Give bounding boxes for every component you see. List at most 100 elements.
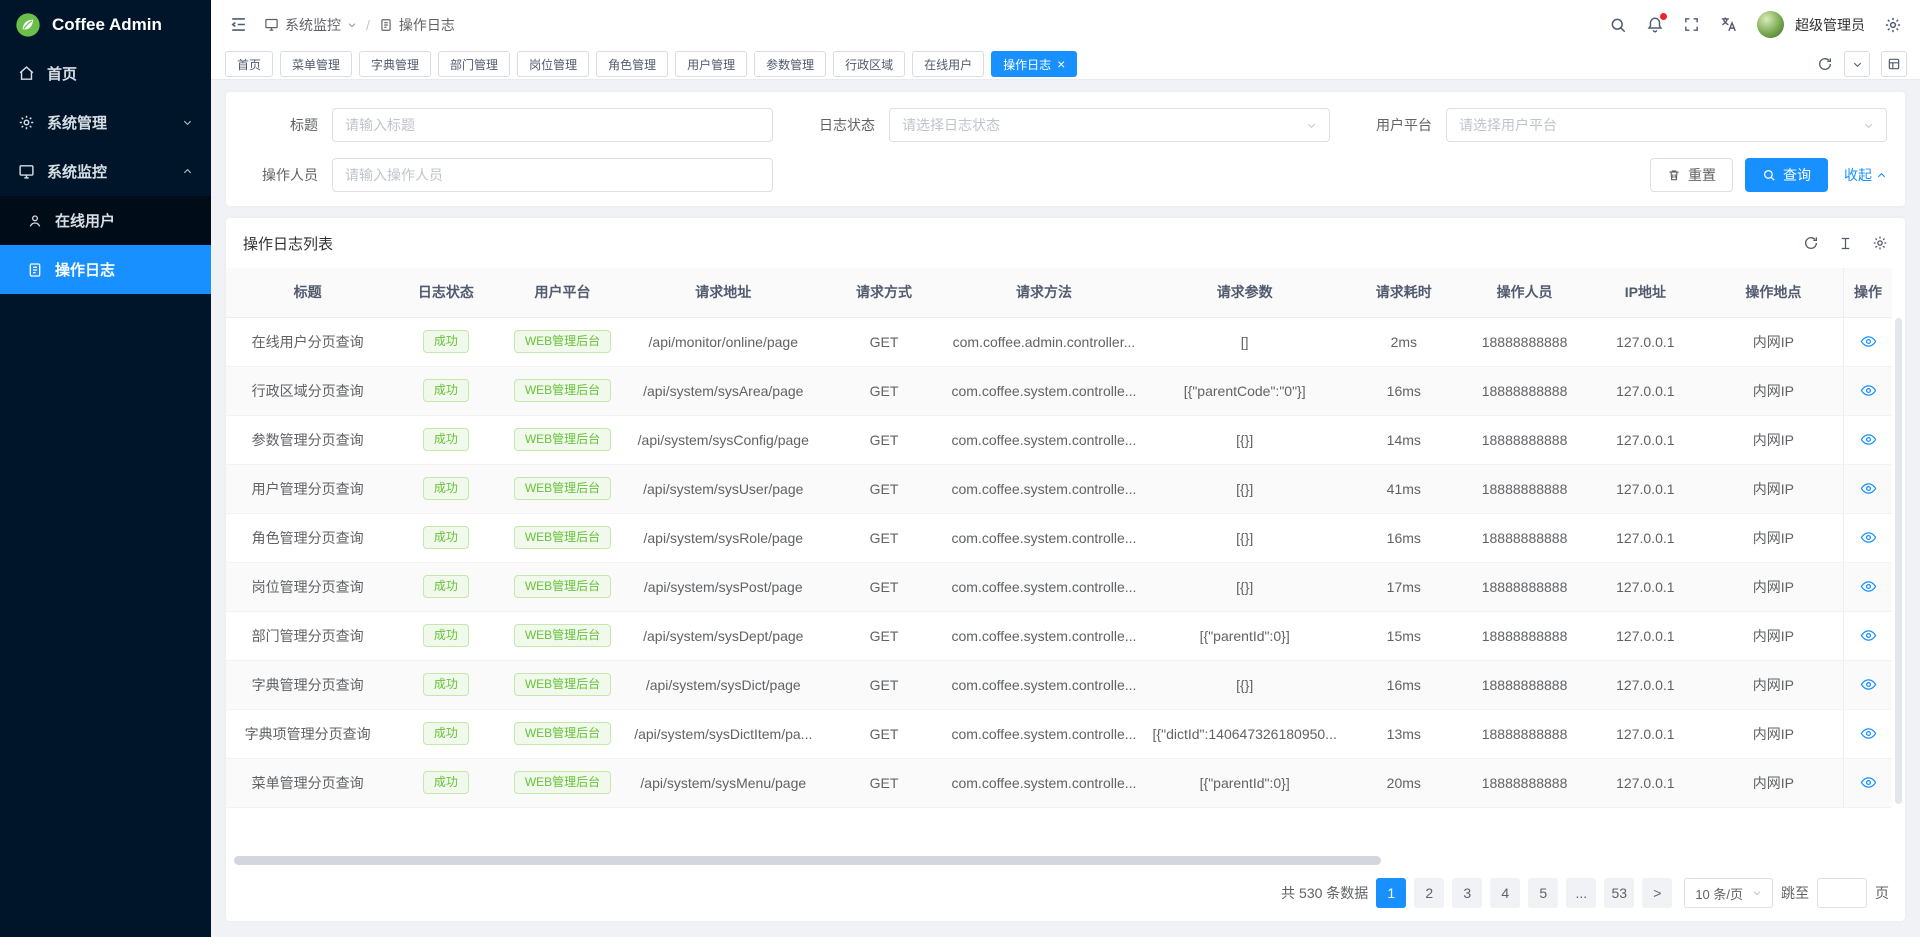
eye-icon — [1860, 529, 1877, 546]
page-button-2[interactable]: 2 — [1414, 878, 1444, 908]
tab-label: 行政区域 — [845, 56, 893, 73]
operator-input[interactable] — [332, 158, 773, 192]
page-button-4[interactable]: 4 — [1490, 878, 1520, 908]
cell-actions — [1844, 611, 1892, 660]
page-button-3[interactable]: 3 — [1452, 878, 1482, 908]
log-status-select[interactable]: 请选择日志状态 — [889, 108, 1330, 142]
sidebar-collapse-icon[interactable] — [229, 15, 248, 34]
cell-operator: 18888888888 — [1462, 415, 1587, 464]
settings-gear-icon[interactable] — [1884, 16, 1902, 34]
user-avatar[interactable] — [1757, 11, 1784, 38]
table-head-row: 标题日志状态用户平台请求地址请求方式请求方法请求参数请求耗时操作人员IP地址操作… — [226, 268, 1892, 317]
topbar-actions: 超级管理员 — [1609, 11, 1902, 38]
table-row: 参数管理分页查询成功WEB管理后台/api/system/sysConfig/p… — [226, 415, 1892, 464]
page-button-5[interactable]: 5 — [1528, 878, 1558, 908]
user-platform-select[interactable]: 请选择用户平台 — [1446, 108, 1887, 142]
view-detail-button[interactable] — [1858, 723, 1879, 744]
tab-用户管理[interactable]: 用户管理 — [675, 51, 747, 77]
column-header: 请求方式 — [824, 268, 944, 317]
sidebar-item-system-monitor[interactable]: 系统监控 — [0, 147, 211, 196]
content-area: 标题 日志状态 请选择日志状态 用户平台 请选择用户平台 — [211, 80, 1920, 937]
cell-actions — [1844, 709, 1892, 758]
collapse-filters-link[interactable]: 收起 — [1844, 165, 1887, 185]
tab-在线用户[interactable]: 在线用户 — [912, 51, 984, 77]
tab-角色管理[interactable]: 角色管理 — [596, 51, 668, 77]
notification-bell-icon[interactable] — [1646, 16, 1664, 34]
tab-close-icon[interactable]: × — [1057, 57, 1065, 71]
breadcrumb-label: 操作日志 — [399, 15, 455, 35]
sidebar-item-operation-log[interactable]: 操作日志 — [0, 245, 211, 294]
view-detail-button[interactable] — [1858, 331, 1879, 352]
eye-icon — [1860, 333, 1877, 350]
table-wrap: 标题日志状态用户平台请求地址请求方式请求方法请求参数请求耗时操作人员IP地址操作… — [226, 268, 1905, 808]
cell-operator: 18888888888 — [1462, 709, 1587, 758]
tab-菜单管理[interactable]: 菜单管理 — [280, 51, 352, 77]
jump-page-input[interactable] — [1817, 878, 1867, 908]
breadcrumb-system-monitor[interactable]: 系统监控 — [264, 15, 357, 35]
platform-badge: WEB管理后台 — [514, 771, 611, 795]
operation-log-table: 标题日志状态用户平台请求地址请求方式请求方法请求参数请求耗时操作人员IP地址操作… — [226, 268, 1892, 808]
tab-首页[interactable]: 首页 — [225, 51, 273, 77]
tab-actions-dropdown[interactable] — [1844, 51, 1870, 77]
view-detail-button[interactable] — [1858, 576, 1879, 597]
cell-handler: com.coffee.system.controlle... — [944, 562, 1144, 611]
tab-字典管理[interactable]: 字典管理 — [359, 51, 431, 77]
log-status-filter-label: 日志状态 — [801, 115, 889, 135]
search-icon[interactable] — [1609, 16, 1627, 34]
cell-ip: 127.0.0.1 — [1587, 758, 1704, 807]
app-logo: Coffee Admin — [0, 0, 211, 49]
table-row: 行政区域分页查询成功WEB管理后台/api/system/sysArea/pag… — [226, 366, 1892, 415]
cell-location: 内网IP — [1704, 660, 1844, 709]
refresh-icon[interactable] — [1803, 235, 1819, 251]
view-detail-button[interactable] — [1858, 625, 1879, 646]
vertical-scrollbar[interactable] — [1895, 318, 1902, 804]
view-detail-button[interactable] — [1858, 772, 1879, 793]
sidebar-item-home[interactable]: 首页 — [0, 49, 211, 98]
cell-location: 内网IP — [1704, 415, 1844, 464]
breadcrumb: 系统监控 / 操作日志 — [264, 15, 455, 35]
table-spacer — [226, 808, 1905, 857]
sidebar-submenu-monitor: 在线用户 操作日志 — [0, 196, 211, 294]
layout-icon[interactable] — [1881, 51, 1907, 77]
cell-platform: WEB管理后台 — [503, 464, 623, 513]
cell-url: /api/system/sysArea/page — [622, 366, 824, 415]
next-page-button[interactable]: > — [1642, 878, 1672, 908]
cell-platform: WEB管理后台 — [503, 562, 623, 611]
sidebar-item-online-users[interactable]: 在线用户 — [0, 196, 211, 245]
view-detail-button[interactable] — [1858, 478, 1879, 499]
reset-button[interactable]: 重置 — [1650, 158, 1733, 192]
sidebar-item-system-management[interactable]: 系统管理 — [0, 98, 211, 147]
log-icon — [379, 18, 393, 32]
row-height-icon[interactable] — [1838, 235, 1853, 251]
log-status-badge: 成功 — [423, 624, 469, 648]
page-button-1[interactable]: 1 — [1376, 878, 1406, 908]
column-settings-icon[interactable] — [1872, 235, 1888, 251]
operator-filter-label: 操作人员 — [244, 165, 332, 185]
cell-duration: 20ms — [1345, 758, 1462, 807]
horizontal-scrollbar-thumb[interactable] — [234, 856, 1381, 865]
translate-icon[interactable] — [1719, 15, 1738, 34]
view-detail-button[interactable] — [1858, 527, 1879, 548]
cell-params: [{"dictId":140647326180950... — [1144, 709, 1346, 758]
fullscreen-icon[interactable] — [1683, 16, 1700, 33]
tab-行政区域[interactable]: 行政区域 — [833, 51, 905, 77]
tab-部门管理[interactable]: 部门管理 — [438, 51, 510, 77]
refresh-icon[interactable] — [1817, 56, 1833, 72]
cell-method: GET — [824, 415, 944, 464]
sidebar-item-label: 系统管理 — [47, 112, 107, 133]
tab-操作日志[interactable]: 操作日志× — [991, 51, 1077, 77]
cell-operator: 18888888888 — [1462, 660, 1587, 709]
cell-duration: 16ms — [1345, 366, 1462, 415]
table-row: 字典管理分页查询成功WEB管理后台/api/system/sysDict/pag… — [226, 660, 1892, 709]
query-button[interactable]: 查询 — [1745, 158, 1828, 192]
page-ellipsis[interactable]: ... — [1566, 878, 1596, 908]
page-button-53[interactable]: 53 — [1604, 878, 1634, 908]
view-detail-button[interactable] — [1858, 674, 1879, 695]
title-input[interactable] — [332, 108, 773, 142]
tab-岗位管理[interactable]: 岗位管理 — [517, 51, 589, 77]
view-detail-button[interactable] — [1858, 380, 1879, 401]
view-detail-button[interactable] — [1858, 429, 1879, 450]
page-size-select[interactable]: 10 条/页 — [1684, 878, 1773, 908]
tab-参数管理[interactable]: 参数管理 — [754, 51, 826, 77]
log-status-badge: 成功 — [423, 477, 469, 501]
